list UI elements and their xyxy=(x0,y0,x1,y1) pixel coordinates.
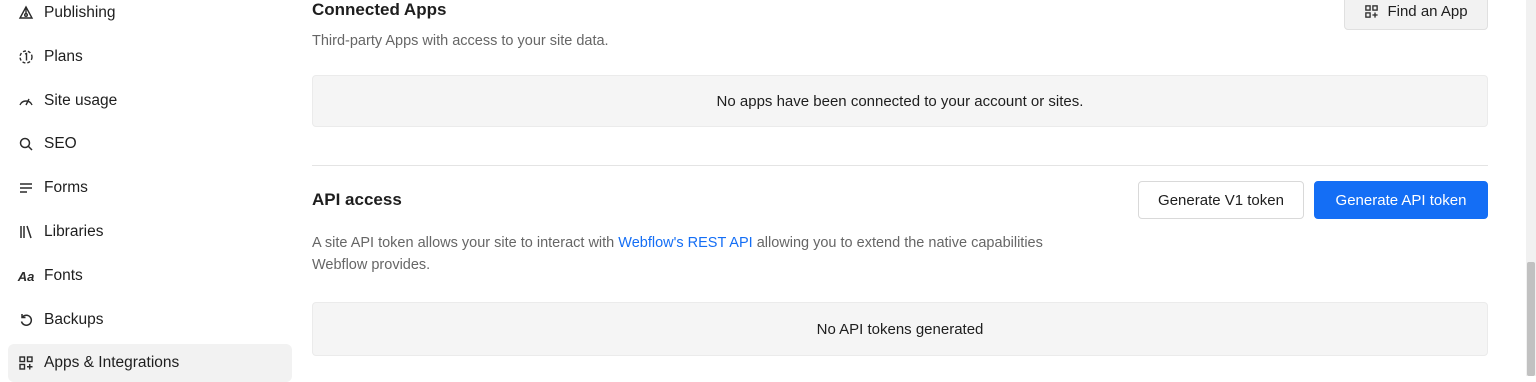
sidebar-item-label: SEO xyxy=(44,135,77,152)
api-description-text: A site API token allows your site to int… xyxy=(312,235,619,251)
generate-api-token-button[interactable]: Generate API token xyxy=(1314,181,1488,219)
fonts-icon: Aa xyxy=(17,268,35,284)
search-icon xyxy=(16,134,36,154)
libraries-icon xyxy=(16,222,36,242)
api-tokens-empty-state: No API tokens generated xyxy=(312,302,1488,356)
apps-icon xyxy=(1365,4,1379,18)
api-description-line2: Webflow provides. xyxy=(312,257,431,273)
rest-api-link[interactable]: Webflow's REST API xyxy=(618,235,752,251)
sidebar: Publishing Plans Site usage SEO Forms Li… xyxy=(0,0,300,382)
connected-apps-description: Third-party Apps with access to your sit… xyxy=(312,33,609,49)
sidebar-item-plans[interactable]: Plans xyxy=(8,41,292,73)
sidebar-item-apps-integrations[interactable]: Apps & Integrations xyxy=(8,344,292,382)
connected-apps-title: Connected Apps xyxy=(312,0,447,19)
find-app-button[interactable]: Find an App xyxy=(1344,0,1488,30)
sidebar-item-libraries[interactable]: Libraries xyxy=(8,216,292,248)
scrollbar-track[interactable] xyxy=(1526,0,1536,376)
section-divider xyxy=(312,165,1488,166)
api-description-text-cont: allowing you to extend the native capabi… xyxy=(752,235,1043,251)
sidebar-item-fonts[interactable]: Aa Fonts xyxy=(8,260,292,292)
gauge-icon xyxy=(16,91,36,111)
backup-icon xyxy=(16,310,36,330)
connected-apps-empty-state: No apps have been connected to your acco… xyxy=(312,75,1488,127)
sidebar-item-seo[interactable]: SEO xyxy=(8,128,292,160)
sidebar-item-label: Site usage xyxy=(44,92,118,109)
sidebar-item-forms[interactable]: Forms xyxy=(8,172,292,204)
sidebar-item-backups[interactable]: Backups xyxy=(8,304,292,336)
scrollbar-thumb[interactable] xyxy=(1527,262,1535,376)
sidebar-item-label: Libraries xyxy=(44,223,104,240)
plans-icon xyxy=(16,47,36,67)
sidebar-item-label: Fonts xyxy=(44,267,83,284)
sidebar-item-site-usage[interactable]: Site usage xyxy=(8,85,292,117)
generate-v1-token-button[interactable]: Generate V1 token xyxy=(1138,181,1304,219)
sidebar-item-label: Apps & Integrations xyxy=(44,354,180,371)
sidebar-item-label: Forms xyxy=(44,179,88,196)
sidebar-item-label: Backups xyxy=(44,311,104,328)
sidebar-item-label: Publishing xyxy=(44,4,116,21)
sidebar-item-publishing[interactable]: Publishing xyxy=(8,0,292,29)
api-access-description: A site API token allows your site to int… xyxy=(312,232,1212,276)
api-access-title: API access xyxy=(312,190,402,209)
main-content: Connected Apps Third-party Apps with acc… xyxy=(312,0,1488,376)
publishing-icon xyxy=(16,3,36,23)
forms-icon xyxy=(16,178,36,198)
sidebar-item-label: Plans xyxy=(44,48,83,65)
find-app-label: Find an App xyxy=(1387,2,1468,20)
apps-icon xyxy=(16,353,36,373)
